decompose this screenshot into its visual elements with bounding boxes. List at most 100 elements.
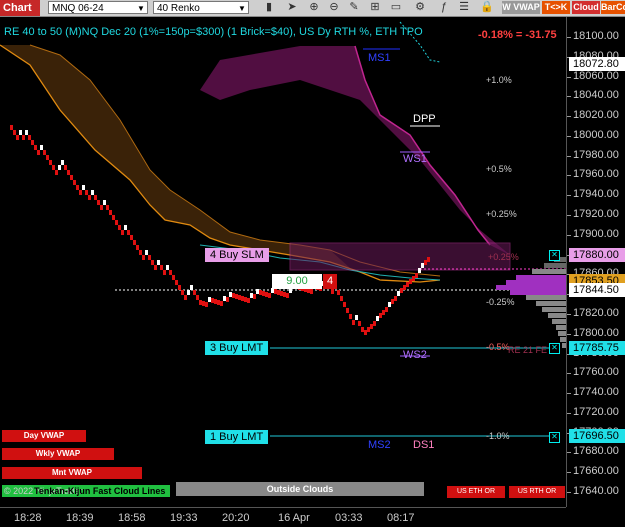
bull-brick <box>388 302 391 307</box>
y-tick-label: 17960.00 <box>573 168 619 181</box>
bear-brick <box>28 135 31 140</box>
pct-label: -0.5% <box>486 342 510 352</box>
bear-brick <box>415 273 418 278</box>
bear-brick <box>205 302 208 307</box>
bear-brick <box>76 185 79 190</box>
y-tick-label: 17920.00 <box>573 208 619 221</box>
chart-title: RE 40 to 50 (M)NQ Dec 20 (1%=150p=$300) … <box>4 26 423 38</box>
grid-icon[interactable]: ⊞ <box>368 1 382 14</box>
y-tick-label: 17720.00 <box>573 405 619 418</box>
cursor-icon[interactable]: ➤ <box>285 1 299 14</box>
bear-brick <box>172 275 175 280</box>
bear-brick <box>277 290 280 295</box>
x-tick-label: 08:17 <box>387 512 415 524</box>
bull-brick <box>25 130 28 135</box>
drawing-tool-icon[interactable]: ✎ <box>347 1 361 14</box>
chart-tab[interactable]: Chart <box>0 0 40 16</box>
y-tick <box>567 76 571 78</box>
window-icon[interactable]: ▭ <box>389 1 403 14</box>
bar-type-value: 40 Renko <box>157 3 200 14</box>
level-ms2: MS2 <box>368 439 391 451</box>
ichimoku-label: Tenkan-Kijun Fast Cloud Lines <box>34 486 166 496</box>
bear-brick <box>202 301 205 306</box>
faint-pct-label: +0.25% <box>488 252 519 262</box>
bear-brick <box>181 290 184 295</box>
chevron-down-icon: ▼ <box>137 4 145 13</box>
profile-bar <box>556 325 566 330</box>
y-tick-label: 17980.00 <box>573 148 619 161</box>
pct-label: +0.5% <box>486 164 512 174</box>
pct-label: +1.0% <box>486 75 512 85</box>
bear-brick <box>214 299 217 304</box>
y-tick <box>567 393 571 395</box>
indicators-icon[interactable]: ƒ <box>437 1 451 14</box>
bear-brick <box>88 195 91 200</box>
chart-trader-icon[interactable]: ☰ <box>457 1 471 14</box>
bear-brick <box>118 225 121 230</box>
cloud-button[interactable]: Cloud <box>572 1 600 14</box>
us-rth-or-label: US RTH OR <box>509 486 565 498</box>
cancel-order-icon[interactable]: ✕ <box>549 250 560 261</box>
buy-slm-order[interactable]: 4 Buy SLM <box>205 248 269 262</box>
barco-button[interactable]: BarCo <box>601 1 625 14</box>
y-tick-label: 17820.00 <box>573 306 619 319</box>
bear-brick <box>379 313 382 318</box>
y-tick-label: 17760.00 <box>573 366 619 379</box>
bear-brick <box>340 296 343 301</box>
bear-brick <box>10 125 13 130</box>
price-change: -0.18% = -31.75 <box>478 29 557 41</box>
price-axis[interactable]: 18100.00 18080.00 18060.00 18040.00 18020.00… <box>566 17 625 507</box>
bear-brick <box>268 293 271 298</box>
y-tick <box>567 195 571 197</box>
tk-button[interactable]: T<>K <box>542 1 570 14</box>
faint-fe-label: RE 21 FE <box>508 345 548 355</box>
lock-icon[interactable]: 🔒 <box>480 1 494 14</box>
bear-brick <box>49 160 52 165</box>
bear-brick <box>406 282 409 287</box>
bear-brick <box>73 180 76 185</box>
cancel-order-icon[interactable]: ✕ <box>549 343 560 354</box>
bear-brick <box>286 293 289 298</box>
y-tick <box>567 452 571 454</box>
strategy-icon[interactable]: ⚙ <box>413 1 427 14</box>
entry-price[interactable]: 9.00 <box>272 274 322 289</box>
bull-brick <box>418 268 421 273</box>
time-axis[interactable]: 18:28 18:39 18:58 19:33 20:20 16 Apr 03:33 08:1… <box>0 507 566 527</box>
instrument-selector[interactable]: MNQ 06-24 ▼ <box>48 1 148 14</box>
y-tick <box>567 135 571 137</box>
bear-brick <box>130 235 133 240</box>
entry-qty[interactable]: 4 <box>323 274 337 289</box>
bear-brick <box>349 314 352 319</box>
buy-lmt-3-order[interactable]: 3 Buy LMT <box>205 341 269 355</box>
bull-brick <box>229 292 232 297</box>
price-tag-ms1: 18072.80 <box>569 56 625 71</box>
y-tick-label: 18000.00 <box>573 128 619 141</box>
bear-brick <box>55 170 58 175</box>
bear-brick <box>346 308 349 313</box>
bear-brick <box>175 280 178 285</box>
zoom-out-icon[interactable]: ⊖ <box>327 1 341 14</box>
bear-brick <box>283 292 286 297</box>
vwap-button[interactable]: W VWAP <box>502 1 540 14</box>
level-dpp: DPP <box>413 113 436 125</box>
bear-brick <box>109 210 112 215</box>
profile-bar <box>506 280 566 285</box>
bar-type-selector[interactable]: 40 Renko ▼ <box>153 1 249 14</box>
us-eth-or-label: US ETH OR <box>447 486 505 498</box>
cancel-order-icon[interactable]: ✕ <box>549 432 560 443</box>
bars-icon[interactable]: ▮ <box>262 1 276 14</box>
bear-brick <box>193 290 196 295</box>
chart-plot-area[interactable]: RE 40 to 50 (M)NQ Dec 20 (1%=150p=$300) … <box>0 17 566 507</box>
bull-brick <box>223 296 226 301</box>
bear-brick <box>364 330 367 335</box>
buy-lmt-1-order[interactable]: 1 Buy LMT <box>205 430 269 444</box>
x-tick-label: 20:20 <box>222 512 250 524</box>
profile-bar <box>532 269 566 274</box>
bull-brick <box>397 291 400 296</box>
bear-brick <box>46 155 49 160</box>
zoom-in-icon[interactable]: ⊕ <box>307 1 321 14</box>
bear-brick <box>241 296 244 301</box>
bull-brick <box>355 315 358 320</box>
bear-brick <box>370 324 373 329</box>
bear-brick <box>196 295 199 300</box>
